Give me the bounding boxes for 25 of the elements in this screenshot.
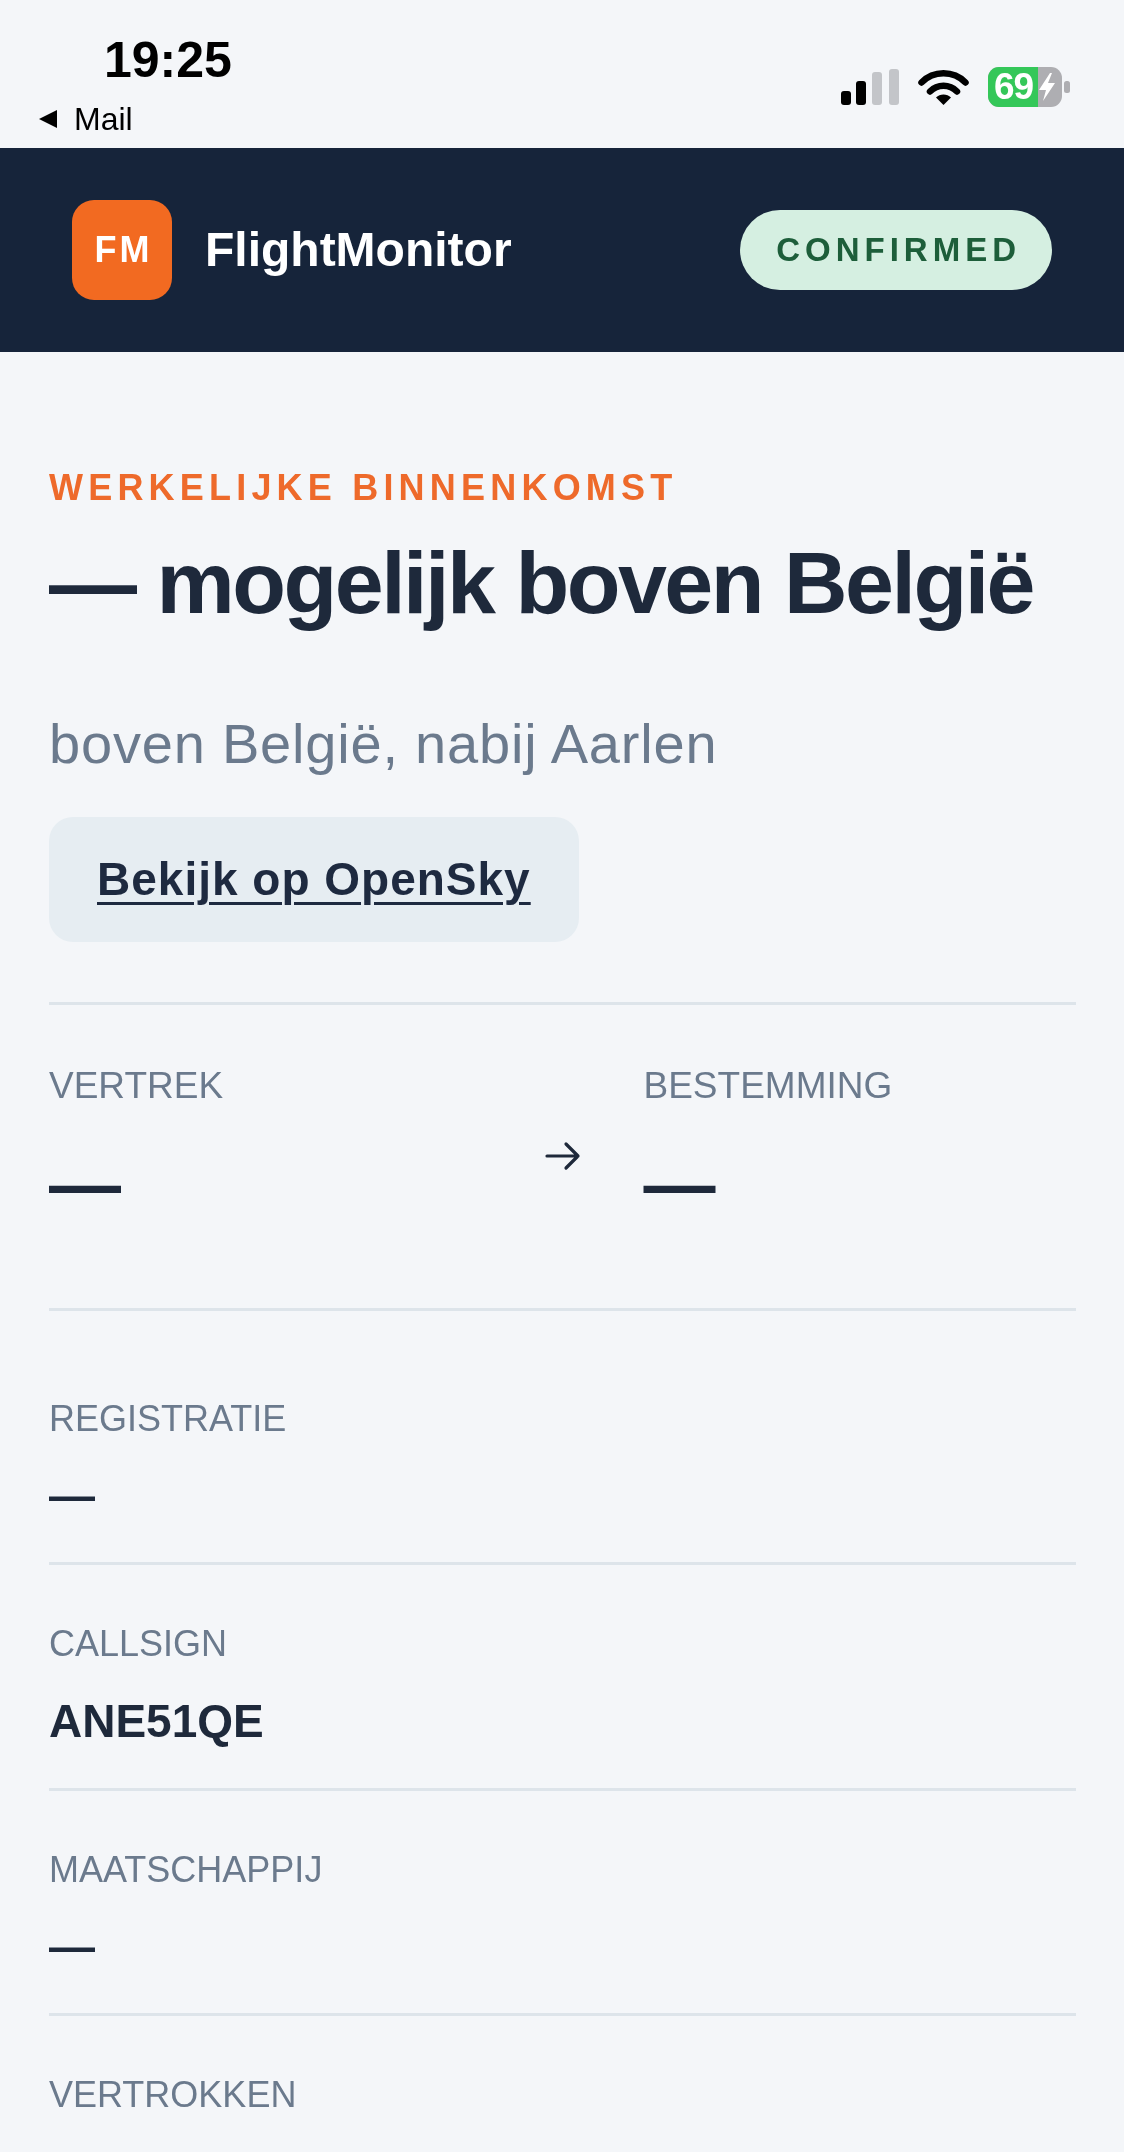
battery-percentage: 69 (994, 67, 1034, 107)
field-value: — (49, 1918, 96, 1974)
arrow-right-icon (544, 1141, 581, 1172)
field-value: — (49, 1468, 96, 1524)
location-text: boven België, nabij Aarlen (49, 711, 719, 777)
status-time: 19:25 (104, 35, 232, 85)
field-label: BESTEMMING (643, 1064, 894, 1109)
field-label: REGISTRATIE (49, 1396, 288, 1441)
wifi-icon (918, 69, 969, 105)
app-name: FlightMonitor (205, 222, 512, 279)
field-value: — (49, 1142, 122, 1226)
signal-bars-icon (841, 69, 899, 105)
field-value: — (643, 1142, 717, 1226)
section-eyebrow: WERKELIJKE BINNENKOMST (49, 466, 679, 510)
field-label: VERTREK (49, 1064, 225, 1109)
back-link[interactable]: Mail (39, 100, 133, 139)
field-value: ANE51QE (49, 1693, 265, 1749)
opensky-link-button[interactable]: Bekijk op OpenSky (49, 817, 579, 943)
status-pill: CONFIRMED (740, 210, 1052, 290)
field-label: VERTROKKEN (49, 2073, 298, 2117)
app-logo: FM (72, 200, 172, 300)
back-triangle-icon (39, 110, 57, 129)
field-label: MAATSCHAPPIJ (49, 1847, 324, 1891)
field-label: CALLSIGN (49, 1622, 229, 1666)
arrival-title: — mogelijk boven België (49, 535, 1035, 632)
